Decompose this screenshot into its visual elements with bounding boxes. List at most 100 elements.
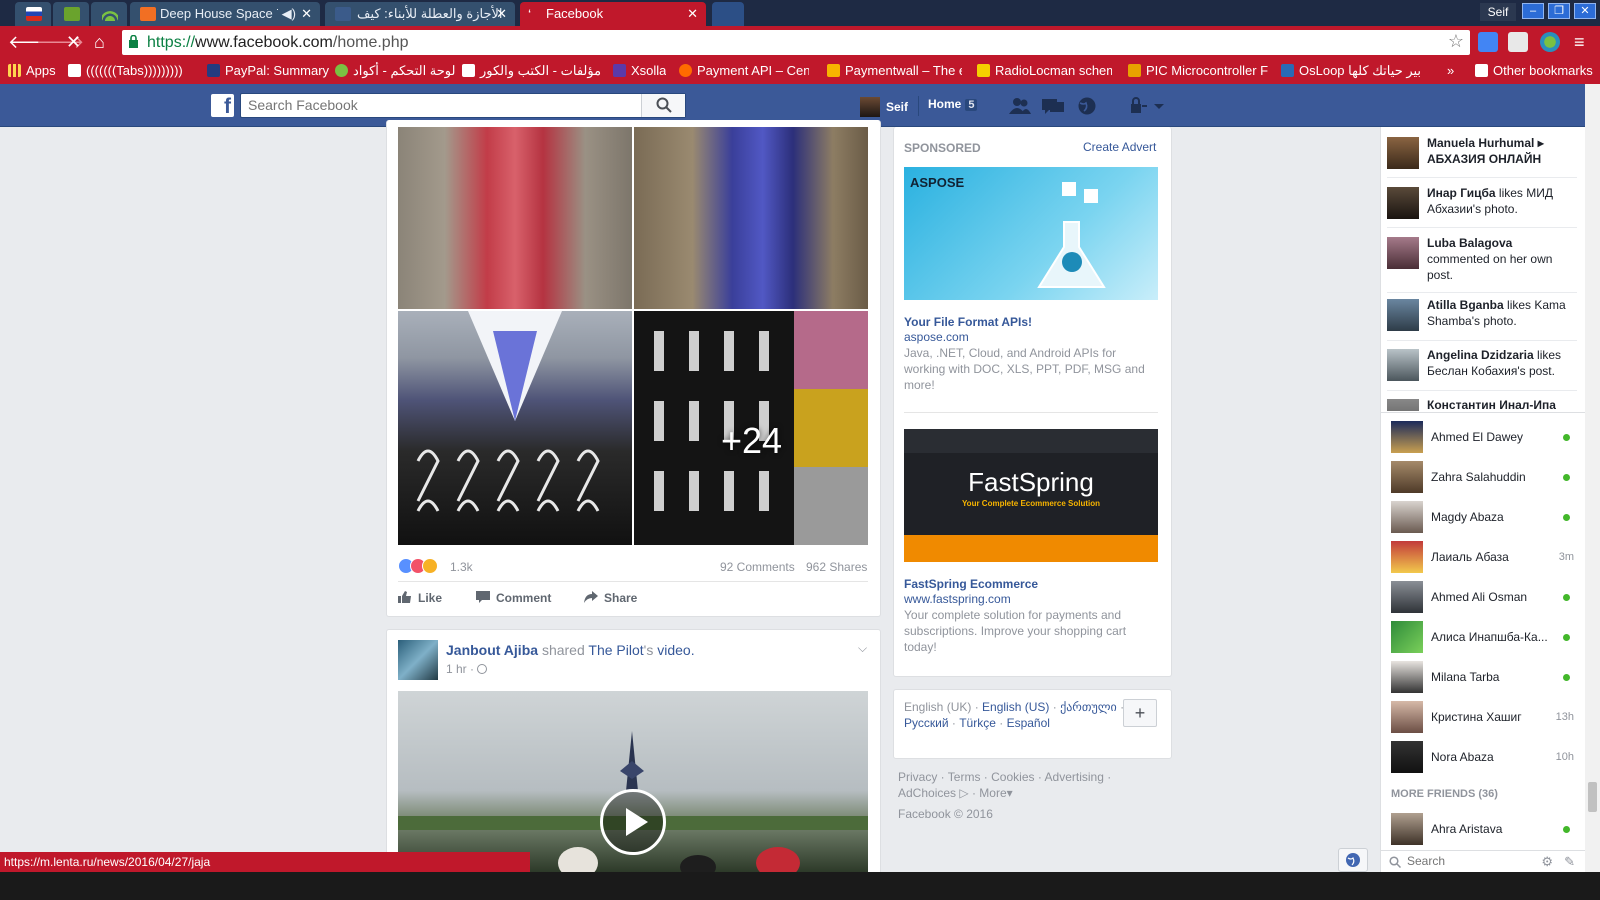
bookmark-other[interactable]: Other bookmarks [1475,62,1593,80]
create-advert-link[interactable]: Create Advert [1083,140,1156,154]
post-options-chevron-down-icon[interactable]: ⌵ [858,641,867,656]
like-button[interactable]: Like [398,591,442,605]
tab-article[interactable]: الأجازة والعطلة للأبناء: كيف ✕ [325,2,515,26]
bookmark-control-panel[interactable]: لوحة التحكم - أكواد [335,62,455,80]
chat-settings-gear-icon[interactable]: ⚙ [1541,854,1553,870]
new-tab-button[interactable] [712,2,744,26]
chat-globe-button[interactable] [1338,848,1368,872]
chat-contact[interactable]: Magdy Abaza [1391,501,1574,533]
friend-requests-icon[interactable] [1009,97,1031,115]
author-name-link[interactable]: Janbout Ajiba [446,642,538,658]
more-languages-button[interactable]: + [1123,699,1157,727]
chat-search-input[interactable] [1407,854,1527,868]
bookmark-star-icon[interactable]: ☆ [1448,31,1464,52]
close-tab-icon[interactable]: ✕ [687,2,698,26]
share-button[interactable]: Share [584,591,637,605]
chat-contact[interactable]: Ahmed El Dawey [1391,421,1574,453]
maximize-button[interactable]: ❐ [1548,3,1570,19]
footer-link-adchoices[interactable]: AdChoices [898,786,956,800]
tab-pinned-2[interactable] [53,2,89,26]
close-tab-icon[interactable]: ✕ [496,2,507,26]
close-tab-icon[interactable]: ✕ [301,2,312,26]
reaction-count[interactable]: 1.3k [450,560,473,574]
bookmarks-overflow-button[interactable]: » [1447,62,1454,80]
photo-tie-blue[interactable] [634,127,868,309]
language-link[interactable]: Español [1007,716,1050,730]
bookmark-paypal[interactable]: PayPal: Summary [207,62,329,80]
page-scrollbar[interactable] [1585,84,1600,872]
footer-link-advertising[interactable]: Advertising [1045,770,1104,784]
bookmark-books[interactable]: مؤلفات - الكتب والكور [462,62,601,80]
footer-link-terms[interactable]: Terms [948,770,981,784]
footer-link-privacy[interactable]: Privacy [898,770,937,784]
bookmark-paymentwall[interactable]: Paymentwall – The e [827,62,962,80]
shares-count-link[interactable]: 962 Shares [806,560,867,574]
language-link[interactable]: Türkçe [959,716,996,730]
new-message-icon[interactable]: ✎ [1564,854,1575,870]
translate-extension-icon[interactable] [1478,32,1498,52]
bookmark-payment-api[interactable]: Payment API – Centi [679,62,809,80]
tab-deep-house[interactable]: Deep House Space 78 ◀) ✕ [130,2,320,26]
chat-contact[interactable]: Лаиаль Абаза 3m [1391,541,1574,573]
tab-facebook[interactable]: ‘ Facebook ✕ [520,2,706,26]
chat-contact[interactable]: Nora Abaza 10h [1391,741,1574,773]
chat-contact[interactable]: Zahra Salahuddin [1391,461,1574,493]
stop-icon[interactable]: ✕ [66,32,81,52]
language-link[interactable]: English (US) [982,700,1049,714]
scrollbar-thumb[interactable] [1588,782,1597,812]
account-menu-chevron-down-icon[interactable] [1152,97,1166,115]
facebook-logo-icon[interactable]: f [211,94,234,117]
comments-count-link[interactable]: 92 Comments [720,560,795,574]
profile-link[interactable]: Seif [860,97,908,117]
bookmark-pic[interactable]: PIC Microcontroller F [1128,62,1280,80]
ad-title-fastspring[interactable]: FastSpring Ecommerce [904,577,1038,591]
bookmark-apps[interactable]: Apps [8,62,56,80]
ticker-item[interactable]: Константин Инал-Ипа [1387,397,1577,411]
bookmark-xsolla[interactable]: Xsolla [613,62,666,80]
language-link[interactable]: Русский [904,716,949,730]
chat-contact[interactable]: Ahra Aristava [1391,813,1574,845]
address-bar[interactable]: https://www.facebook.com/home.php ☆ [122,30,1470,55]
video-link[interactable]: video. [657,642,694,658]
ad-domain-aspose[interactable]: aspose.com [904,330,969,344]
notifications-globe-icon[interactable] [1076,97,1098,115]
privacy-shortcuts-icon[interactable] [1129,97,1151,115]
chat-contact[interactable]: Алиса Инапшба-Ка... [1391,621,1574,653]
ad-domain-fastspring[interactable]: www.fastspring.com [904,592,1011,606]
post-timestamp[interactable]: 1 hr · [446,662,488,676]
ad-title-aspose[interactable]: Your File Format APIs! [904,315,1032,329]
ad-image-aspose[interactable]: ASPOSE [904,167,1158,300]
photo-tie-knots[interactable] [398,311,632,545]
footer-link-more[interactable]: More [979,786,1006,800]
profile-name[interactable]: Seif [1480,3,1516,21]
chrome-menu-icon[interactable]: ≡ [1574,32,1585,52]
bookmark-tabs-folder[interactable]: (((((((Tabs))))))))) [68,62,183,80]
chat-contact[interactable]: Кристина Хашиг 13h [1391,701,1574,733]
bookmark-osloop[interactable]: OsLoop بير حياتك كلها [1281,62,1443,80]
photo-tie-red[interactable] [398,127,632,309]
messages-icon[interactable] [1042,97,1064,115]
ad-image-fastspring[interactable]: FastSpring Your Complete Ecommerce Solut… [904,429,1158,562]
minimize-button[interactable]: – [1522,3,1544,19]
bookmark-radiolocman[interactable]: RadioLocman schem [977,62,1112,80]
page-name-link[interactable]: The Pilot [588,642,643,658]
globe-extension-icon[interactable] [1540,32,1560,52]
more-photos-count[interactable]: +24 [721,420,782,462]
comment-button[interactable]: Comment [476,591,551,605]
home-icon[interactable]: ⌂ [94,32,105,52]
video-play-button[interactable] [600,789,666,855]
footer-link-cookies[interactable]: Cookies [991,770,1034,784]
language-link[interactable]: ქართული [1060,700,1117,714]
close-window-button[interactable]: ✕ [1574,3,1596,19]
speaker-icon[interactable]: ◀) [277,2,296,26]
extension-icon[interactable] [1508,32,1528,52]
search-button[interactable] [641,94,685,117]
search-input[interactable] [248,97,628,113]
tab-pinned-3[interactable] [91,2,127,26]
author-avatar[interactable] [398,640,438,680]
chat-contact[interactable]: Milana Tarba [1391,661,1574,693]
tab-pinned-1[interactable] [15,2,51,26]
share-label: Share [604,591,638,605]
chat-contact[interactable]: Ahmed Ali Osman [1391,581,1574,613]
home-link[interactable]: Home 5 [928,97,978,111]
